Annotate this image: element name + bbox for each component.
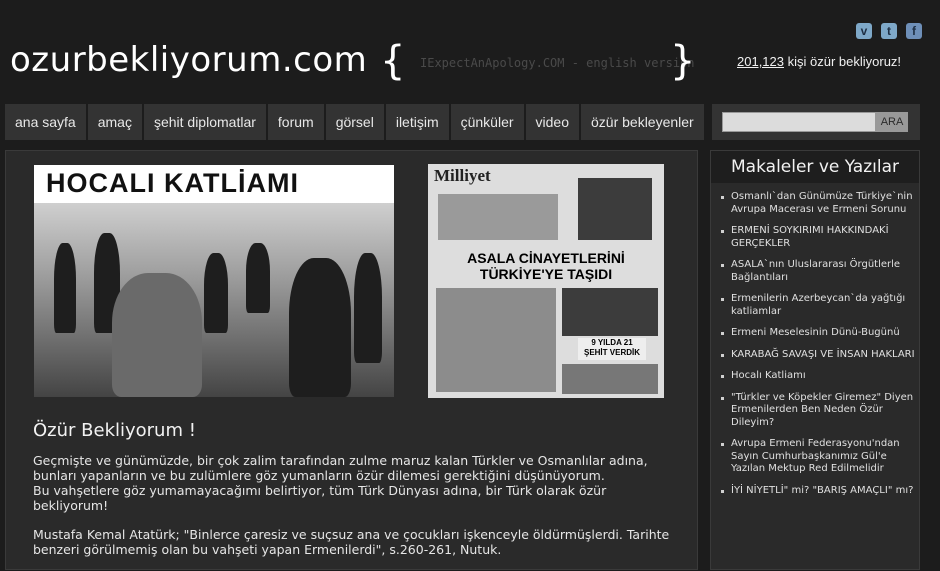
main-nav: ana sayfa amaç şehit diplomatlar forum g…: [5, 104, 706, 140]
figure-silhouette: [246, 243, 270, 313]
counter-number-link[interactable]: 201,123: [737, 54, 784, 69]
article-link[interactable]: ASALA`nın Uluslararası Örgütlerle Bağlan…: [719, 259, 915, 284]
photo-title: HOCALI KATLİAMI: [46, 168, 299, 198]
nav-item-sehit-diplomatlar[interactable]: şehit diplomatlar: [143, 104, 266, 140]
nav-item-iletisim[interactable]: iletişim: [385, 104, 449, 140]
newspaper-photo: [578, 178, 652, 240]
nav-item-amac[interactable]: amaç: [87, 104, 142, 140]
figure-silhouette: [54, 243, 76, 333]
nav-item-forum[interactable]: forum: [267, 104, 324, 140]
photo-banner: HOCALI KATLİAMI: [34, 165, 394, 203]
article-title: Özür Bekliyorum !: [33, 420, 196, 441]
site-header: ozurbekliyorum.com { IExpectAnApology.CO…: [0, 0, 940, 95]
facebook-icon[interactable]: f: [906, 23, 922, 39]
newspaper-column: [438, 194, 558, 240]
nav-item-video[interactable]: video: [525, 104, 579, 140]
nav-item-gorsel[interactable]: görsel: [325, 104, 384, 140]
newspaper-masthead: Milliyet: [434, 166, 491, 185]
site-logo[interactable]: ozurbekliyorum.com: [10, 40, 367, 80]
search-button[interactable]: ARA: [876, 112, 908, 132]
article-link[interactable]: Osmanlı`dan Günümüze Türkiye`nin Avrupa …: [719, 191, 915, 216]
article-link[interactable]: KARABAĞ SAVAŞI VE İNSAN HAKLARI: [719, 349, 915, 362]
english-version-link[interactable]: IExpectAnApology.COM - english version: [420, 56, 695, 70]
article-paragraph: Geçmişte ve günümüzde, bir çok zalim tar…: [33, 453, 673, 513]
article-link[interactable]: ERMENİ SOYKIRIMI HAKKINDAKİ GERÇEKLER: [719, 225, 915, 250]
nav-item-cunkuler[interactable]: çünküler: [450, 104, 524, 140]
paragraph-1: Geçmişte ve günümüzde, bir çok zalim tar…: [33, 453, 648, 483]
newspaper-clipping[interactable]: Milliyet ASALA CİNAYETLERİNİ TÜRKİYE'YE …: [428, 164, 664, 398]
headline-line-2: TÜRKİYE'YE TAŞIDI: [479, 266, 613, 282]
hocali-photo[interactable]: HOCALI KATLİAMI: [34, 165, 394, 397]
logo-brace-open: {: [380, 38, 406, 84]
article-link[interactable]: İYİ NİYETLİ" mi? "BARIŞ AMAÇLI" mı?: [719, 485, 915, 498]
box-line-2: ŞEHİT VERDİK: [583, 348, 640, 357]
nav-item-ana-sayfa[interactable]: ana sayfa: [5, 104, 86, 140]
photo-scene: [34, 203, 394, 397]
search-input[interactable]: [722, 112, 876, 132]
box-line-1: 9 YILDA 21: [591, 338, 633, 347]
apology-counter: 201,123 kişi özür bekliyoruz!: [737, 54, 901, 69]
article-link[interactable]: "Türkler ve Köpekler Giremez" Diyen Erme…: [719, 392, 915, 430]
article-body: Geçmişte ve günümüzde, bir çok zalim tar…: [33, 453, 673, 571]
article-list: Osmanlı`dan Günümüze Türkiye`nin Avrupa …: [719, 191, 915, 506]
article-quote: Mustafa Kemal Atatürk; "Binlerce çaresiz…: [33, 527, 670, 557]
twitter-icon[interactable]: t: [881, 23, 897, 39]
figure-woman: [112, 273, 202, 397]
newspaper-photo: [436, 288, 556, 392]
article-link[interactable]: Ermeni Meselesinin Dünü-Bugünü: [719, 327, 915, 340]
counter-text: kişi özür bekliyoruz!: [784, 54, 902, 69]
article-link[interactable]: Ermenilerin Azerbeycan`da yağtığı katlia…: [719, 293, 915, 318]
sidebar-title: Makaleler ve Yazılar: [711, 151, 919, 183]
newspaper-photo: [562, 288, 658, 336]
paragraph-1b: Bu vahşetlere göz yumamayacağımı belirti…: [33, 483, 607, 513]
figure-silhouette: [354, 253, 382, 363]
newspaper-headline: ASALA CİNAYETLERİNİ TÜRKİYE'YE TAŞIDI: [428, 250, 664, 282]
figure-silhouette: [204, 253, 228, 333]
article-link[interactable]: Avrupa Ermeni Federasyonu'ndan Sayın Cum…: [719, 438, 915, 476]
article-link[interactable]: Hocalı Katliamı: [719, 370, 915, 383]
nav-item-ozur-bekleyenler[interactable]: özür bekleyenler: [581, 104, 704, 140]
main-content: HOCALI KATLİAMI Milliyet ASALA CİNAYETLE…: [5, 150, 698, 570]
sidebar-articles: Makaleler ve Yazılar Osmanlı`dan Günümüz…: [710, 150, 920, 570]
logo-brace-close: }: [670, 38, 696, 84]
newspaper-box: 9 YILDA 21 ŞEHİT VERDİK: [578, 338, 646, 360]
newspaper-photo: [562, 364, 658, 394]
headline-line-1: ASALA CİNAYETLERİNİ: [467, 250, 625, 266]
vimeo-icon[interactable]: v: [856, 23, 872, 39]
figure-man: [289, 258, 351, 397]
